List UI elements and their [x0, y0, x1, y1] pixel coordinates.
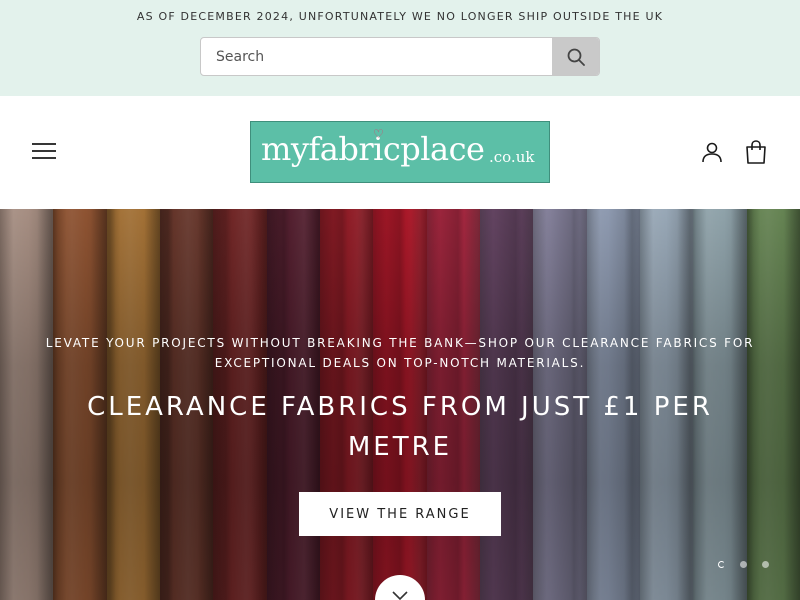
hamburger-menu-icon	[32, 143, 56, 159]
view-range-button[interactable]: VIEW THE RANGE	[299, 492, 501, 536]
chevron-down-icon	[392, 591, 408, 600]
site-logo[interactable]: myfabricplace ♡ .co.uk	[250, 121, 550, 183]
account-button[interactable]	[700, 140, 724, 164]
hero-subtitle: LEVATE YOUR PROJECTS WITHOUT BREAKING TH…	[45, 336, 755, 370]
cart-button[interactable]	[744, 139, 768, 165]
announcement-text: AS OF DECEMBER 2024, UNFORTUNATELY WE NO…	[136, 10, 664, 23]
heart-icon: ♡	[373, 127, 384, 141]
slider-pagination	[712, 559, 776, 571]
slider-dot-1[interactable]	[718, 561, 725, 568]
slider-dot-2[interactable]	[740, 561, 747, 568]
user-icon	[702, 142, 722, 163]
search-button[interactable]	[552, 38, 599, 75]
announcement-bar: AS OF DECEMBER 2024, UNFORTUNATELY WE NO…	[0, 0, 800, 96]
search-bar	[200, 37, 600, 76]
slider-dot-3[interactable]	[762, 561, 769, 568]
hero-slideshow: LEVATE YOUR PROJECTS WITHOUT BREAKING TH…	[0, 209, 800, 600]
search-icon	[567, 48, 585, 66]
logo-domain-suffix: .co.uk	[489, 148, 535, 166]
menu-button[interactable]	[30, 138, 58, 164]
hero-title: CLEARANCE FABRICS FROM JUST £1 PER METRE	[87, 392, 713, 462]
site-header: myfabricplace ♡ .co.uk	[0, 96, 800, 209]
shopping-bag-icon	[746, 140, 766, 164]
search-input[interactable]	[201, 38, 553, 75]
